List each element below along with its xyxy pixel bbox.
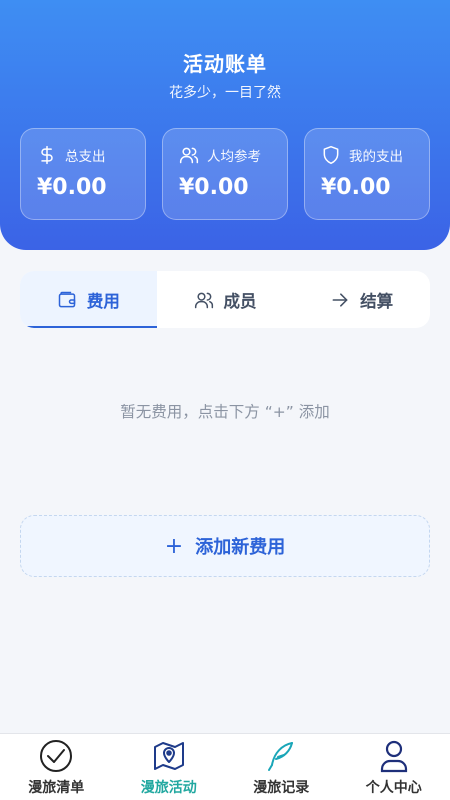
- arrow-right-icon: [332, 292, 348, 307]
- page-title: 活动账单: [183, 52, 267, 76]
- add-expense-label: 添加新费用: [195, 537, 286, 558]
- summary-card-label: 总支出: [65, 149, 106, 165]
- nav-label: 个人中心: [365, 780, 422, 796]
- summary-card-total: 总支出 ¥0.00: [20, 128, 146, 220]
- check-circle-icon: [40, 740, 73, 772]
- tab-settlement[interactable]: 结算: [293, 271, 430, 328]
- tab-bar: 费用 成员 结算: [20, 271, 430, 328]
- header: 活动账单 花多少，一目了然 总支出 ¥0.00 人均参考 ¥0.00 我的支出 …: [0, 0, 450, 250]
- users-icon: [194, 292, 213, 308]
- tab-members[interactable]: 成员: [157, 271, 294, 328]
- nav-item-checklist[interactable]: 漫旅清单: [0, 734, 113, 800]
- tab-expenses[interactable]: 费用: [20, 271, 157, 328]
- map-pin-icon: [153, 742, 184, 770]
- nav-label: 漫旅清单: [28, 780, 85, 796]
- nav-item-profile[interactable]: 个人中心: [338, 734, 450, 800]
- page-subtitle: 花多少，一目了然: [169, 85, 281, 101]
- summary-card-mine: 我的支出 ¥0.00: [304, 128, 430, 220]
- users-icon: [179, 147, 199, 164]
- summary-card-label: 人均参考: [207, 149, 261, 165]
- bottom-nav: 漫旅清单 漫旅活动 漫旅记录 个人中心: [0, 733, 450, 800]
- feather-icon: [268, 742, 294, 771]
- add-expense-button[interactable]: + 添加新费用: [20, 515, 430, 577]
- shield-icon: [323, 145, 339, 165]
- summary-card-label: 我的支出: [349, 149, 403, 165]
- tab-label: 费用: [86, 291, 120, 311]
- user-icon: [380, 740, 407, 773]
- dollar-icon: [41, 145, 53, 165]
- summary-card-average: 人均参考 ¥0.00: [162, 128, 288, 220]
- nav-item-records[interactable]: 漫旅记录: [225, 734, 338, 800]
- wallet-icon: [58, 291, 76, 307]
- summary-card-amount: ¥0.00: [321, 175, 391, 200]
- summary-card-amount: ¥0.00: [37, 175, 107, 200]
- empty-state-text: 暂无费用，点击下方 “+” 添加: [120, 403, 330, 421]
- nav-item-activity[interactable]: 漫旅活动: [113, 734, 226, 800]
- summary-card-amount: ¥0.00: [179, 175, 249, 200]
- nav-label: 漫旅记录: [253, 780, 310, 796]
- nav-label: 漫旅活动: [140, 780, 197, 796]
- tab-label: 成员: [223, 291, 257, 311]
- tab-label: 结算: [360, 291, 394, 311]
- plus-icon: +: [164, 533, 184, 559]
